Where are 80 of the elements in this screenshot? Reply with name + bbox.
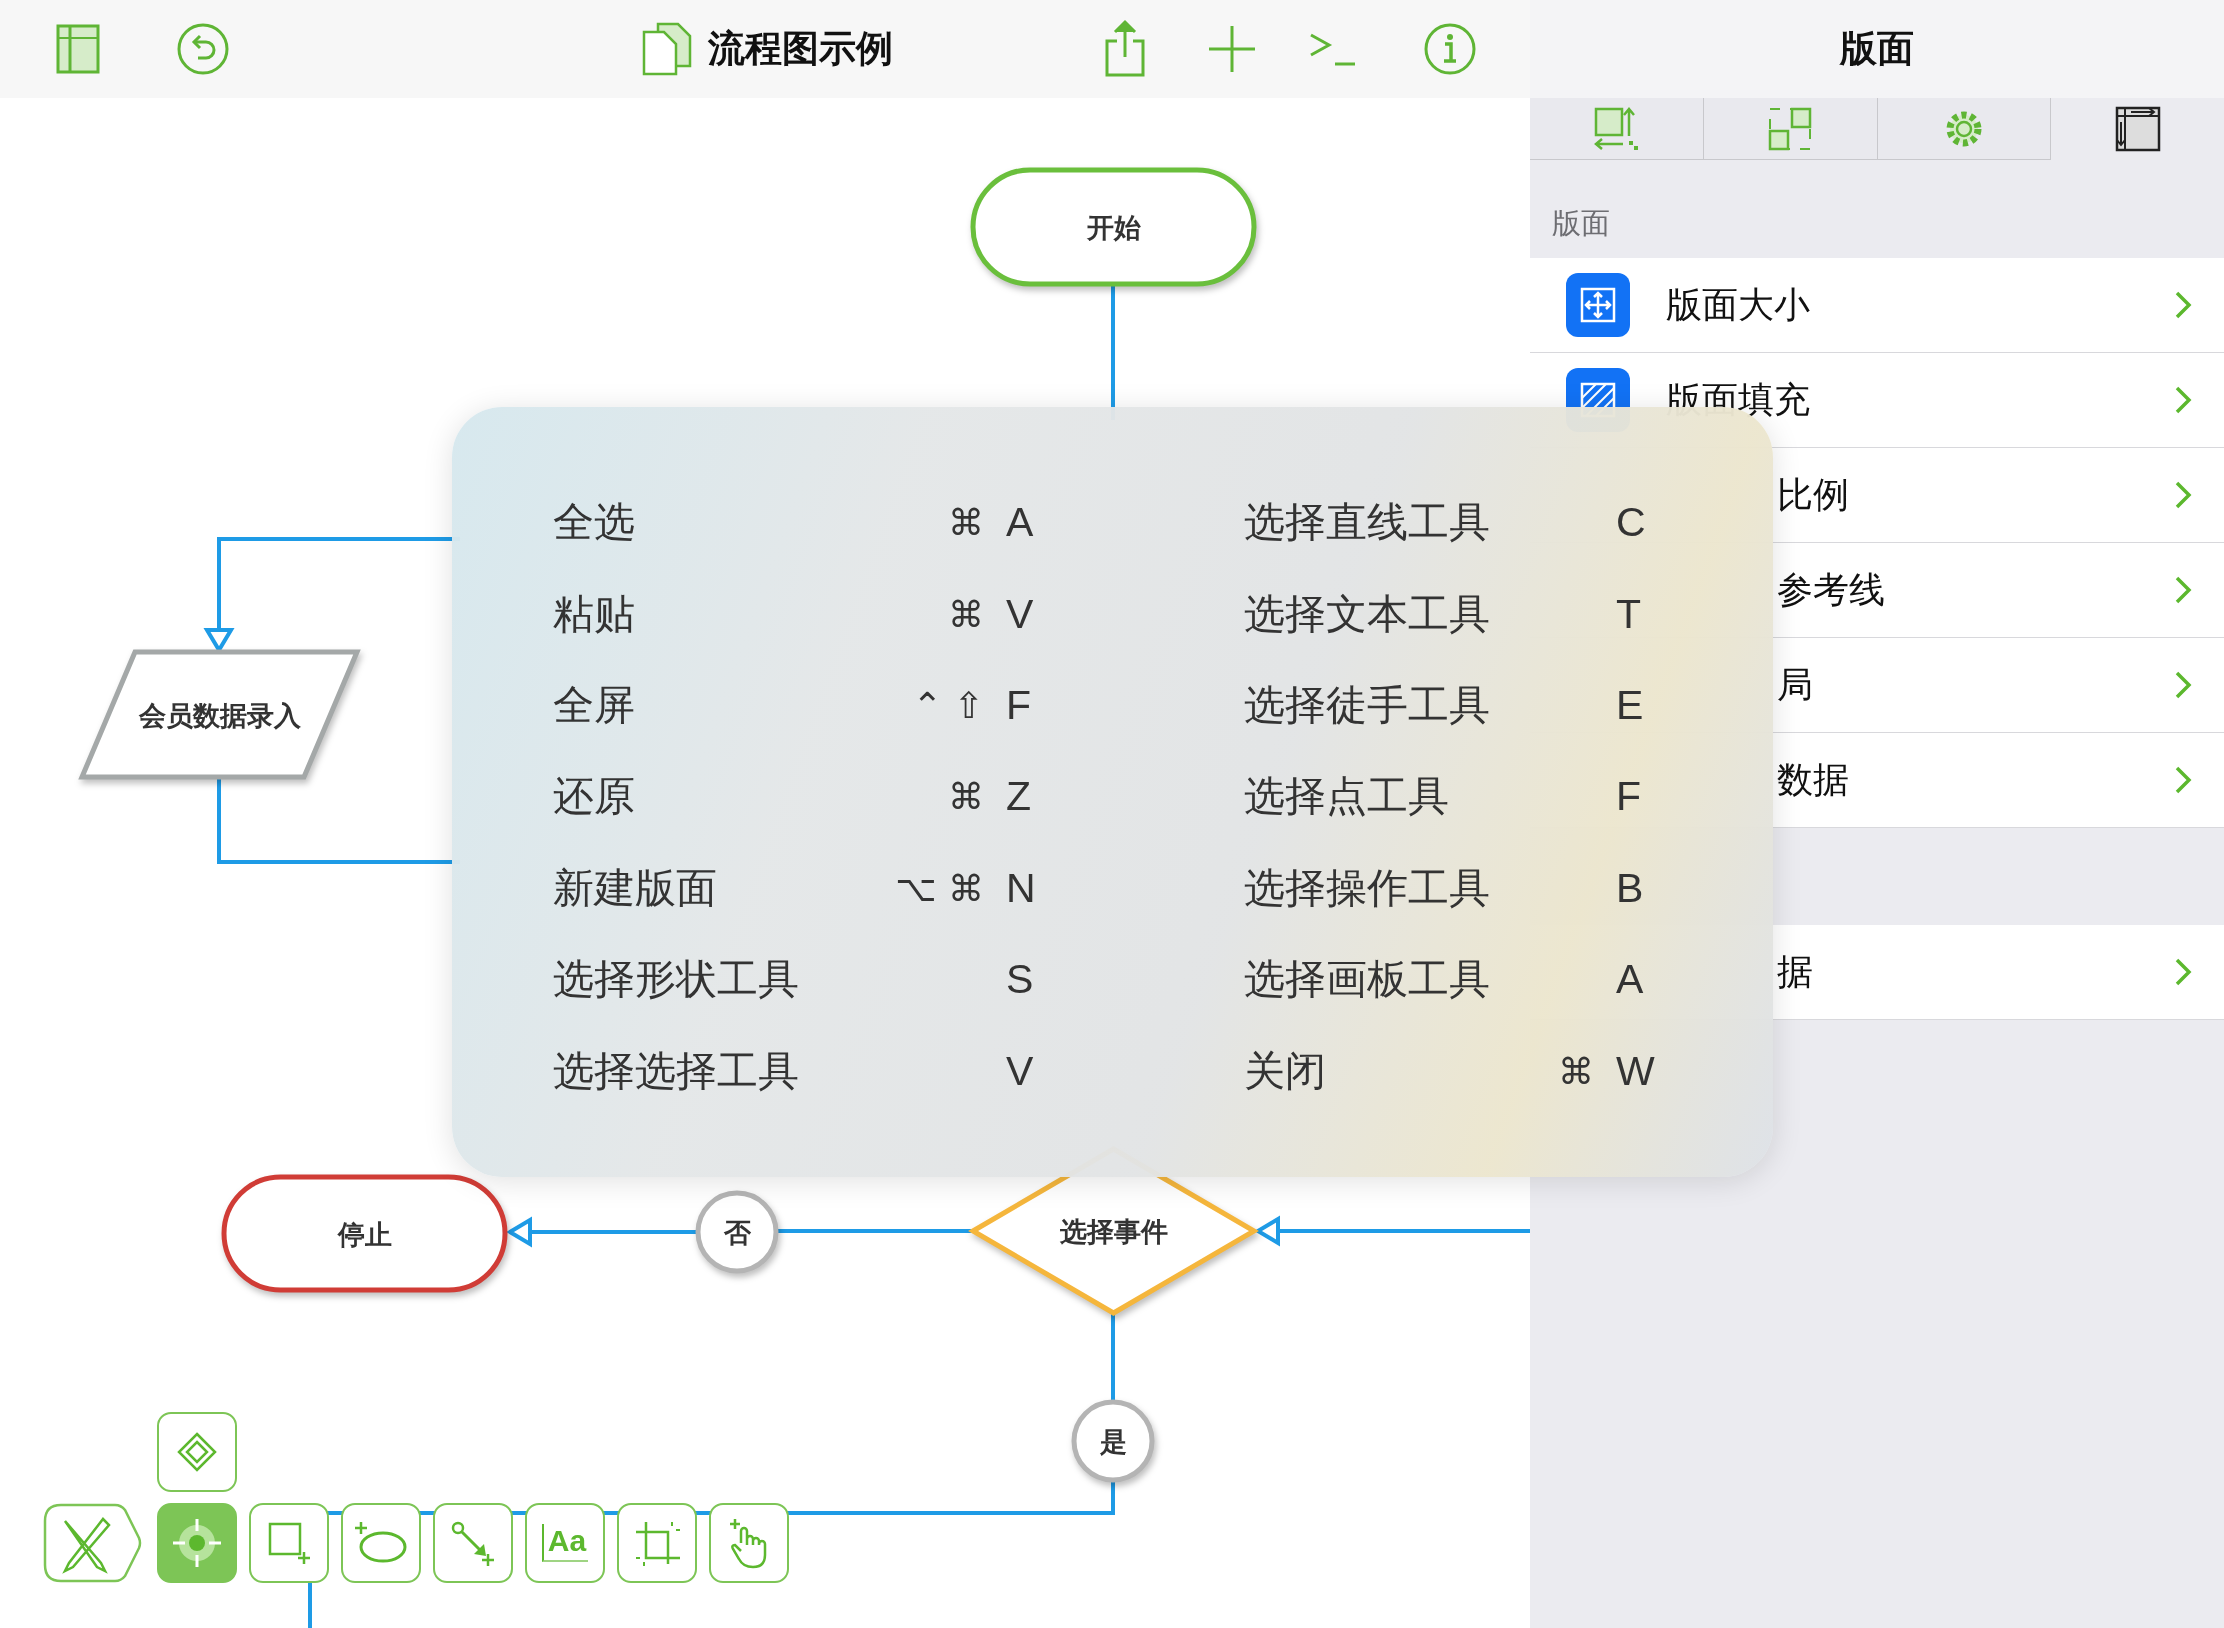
chevron-icon	[2174, 670, 2192, 700]
shortcut-label: 粘贴	[553, 588, 636, 640]
document-icon	[642, 22, 692, 76]
row-label: 比例	[1777, 472, 1850, 517]
shortcut-label: 选择形状工具	[553, 954, 800, 1006]
shape-tool-button[interactable]	[157, 1412, 237, 1492]
canvas-frame-icon	[2114, 106, 2161, 152]
modifier-keys: ⌘	[948, 502, 984, 544]
chevron-icon	[2174, 957, 2192, 987]
crosshair-icon	[171, 1517, 223, 1569]
shortcut-key: Z	[984, 773, 1080, 821]
shortcut-key: E	[1594, 681, 1664, 729]
modifier-keys: ⌘	[948, 593, 984, 635]
modifier-keys: ⌥ ⌘	[895, 867, 984, 909]
inspector-row[interactable]: 版面大小	[1530, 258, 2224, 353]
arrange-icon	[1593, 105, 1640, 152]
row-label: 局	[1777, 662, 1814, 707]
row-label: 数据	[1777, 757, 1850, 802]
tool-button[interactable]	[433, 1503, 513, 1583]
modifier-keys: ⌘	[948, 776, 984, 818]
shortcut-key: A	[1594, 956, 1664, 1004]
node-label: 停止	[337, 1218, 392, 1250]
shortcut-label: 关闭	[1244, 1045, 1327, 1097]
line-arrow-icon	[450, 1520, 496, 1566]
shortcut-label: 还原	[553, 771, 636, 823]
chevron-icon	[2174, 290, 2192, 320]
chevron-icon	[2174, 480, 2192, 510]
panel-title: 版面	[1840, 26, 1914, 72]
shortcut-label: 选择操作工具	[1244, 862, 1491, 914]
shortcut-label: 全屏	[553, 679, 636, 731]
shortcut-key: W	[1594, 1047, 1664, 1095]
shortcut-label: 新建版面	[553, 862, 718, 914]
node-label: 选择事件	[1059, 1216, 1168, 1247]
chevron-icon	[2174, 575, 2192, 605]
shortcut-key: F	[1594, 773, 1664, 821]
shortcut-label: 选择画板工具	[1244, 954, 1491, 1006]
document-title[interactable]: 流程图示例	[708, 24, 893, 74]
node-label: 开始	[1086, 212, 1141, 243]
node-label: 是	[1099, 1426, 1127, 1457]
shortcut-key: V	[984, 590, 1080, 638]
shortcut-key: F	[984, 681, 1080, 729]
shortcut-key: S	[984, 956, 1080, 1004]
tool-button[interactable]	[341, 1503, 421, 1583]
shortcut-label: 全选	[553, 497, 636, 549]
shortcut-key: T	[1594, 590, 1664, 638]
rectangle-plus-icon	[266, 1520, 312, 1566]
tool-button[interactable]	[43, 1503, 142, 1583]
row-label: 参考线	[1777, 567, 1886, 612]
shortcut-key: V	[984, 1047, 1080, 1095]
shortcut-label: 选择选择工具	[553, 1045, 800, 1097]
section-header: 版面	[1552, 205, 1610, 242]
share-icon[interactable]	[1103, 19, 1147, 79]
resize-icon	[1566, 273, 1630, 337]
grid-squares-icon	[1768, 106, 1813, 151]
shortcut-label: 选择点工具	[1244, 771, 1450, 823]
tool-button[interactable]	[617, 1503, 697, 1583]
shortcut-key: A	[984, 499, 1080, 547]
shortcut-label: 选择直线工具	[1244, 497, 1491, 549]
tool-button[interactable]	[709, 1503, 789, 1583]
chevron-icon	[2174, 765, 2192, 795]
diamond-icon	[177, 1432, 217, 1472]
shortcut-key: B	[1594, 864, 1664, 912]
sidebar-icon[interactable]	[56, 24, 100, 74]
chevron-icon	[2174, 385, 2192, 415]
tool-button[interactable]	[249, 1503, 329, 1583]
add-icon[interactable]	[1207, 24, 1257, 74]
terminal-icon[interactable]	[1309, 31, 1357, 67]
node-label: 否	[723, 1217, 751, 1248]
row-label: 版面填充	[1666, 377, 1811, 422]
info-icon[interactable]	[1423, 22, 1477, 76]
shortcut-key: N	[984, 864, 1080, 912]
shortcut-label: 选择文本工具	[1244, 588, 1491, 640]
modifier-keys: ⌘	[1558, 1050, 1594, 1092]
modifier-keys: ⌃ ⇧	[912, 684, 984, 726]
shortcut-label: 选择徒手工具	[1244, 679, 1491, 731]
row-label: 版面大小	[1666, 282, 1811, 327]
tool-button[interactable]	[157, 1503, 237, 1583]
undo-icon[interactable]	[176, 22, 230, 76]
node-label: 会员数据录入	[138, 699, 301, 731]
row-label: 据	[1777, 949, 1814, 994]
